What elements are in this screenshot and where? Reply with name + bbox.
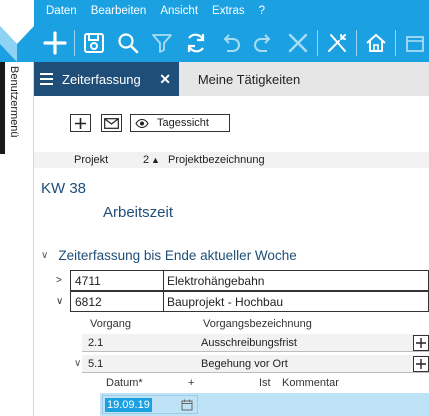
chevron-down-icon[interactable]: ∨ bbox=[74, 358, 81, 369]
search-icon bbox=[118, 33, 139, 54]
calendar-button[interactable] bbox=[398, 28, 429, 58]
task-row[interactable]: 5.1 Begehung vor Ort bbox=[82, 355, 429, 373]
home-button[interactable] bbox=[359, 28, 393, 58]
toolbar-divider bbox=[74, 30, 75, 56]
entry-column-header: Datum* + Ist Kommentar bbox=[104, 377, 429, 391]
column-datum[interactable]: Datum* bbox=[106, 377, 143, 389]
undo-button[interactable] bbox=[213, 28, 247, 58]
column-projekt[interactable]: Projekt bbox=[74, 154, 108, 166]
group-label: Zeiterfassung bis Ende aktueller Woche bbox=[58, 248, 297, 263]
project-row[interactable]: 6812 Bauprojekt - Hochbau bbox=[70, 291, 429, 312]
top-bar: Daten Bearbeiten Ansicht Extras ? bbox=[0, 0, 429, 62]
column-ist[interactable]: Ist bbox=[259, 377, 271, 389]
sidebar-toggle[interactable]: Benutzermenü bbox=[8, 66, 20, 138]
main-content: Tagessicht Projekt 2 ▲ Projektbezeichnun… bbox=[34, 96, 429, 416]
add-entry-button[interactable] bbox=[413, 335, 429, 351]
tab-zeiterfassung[interactable]: Zeiterfassung ✕ bbox=[34, 62, 179, 96]
menu-item-help[interactable]: ? bbox=[259, 5, 265, 21]
filter-button[interactable] bbox=[145, 28, 179, 58]
toolbar-divider bbox=[356, 30, 357, 56]
menu-item-ansicht[interactable]: Ansicht bbox=[160, 5, 198, 21]
group-header[interactable]: ∨ Zeiterfassung bis Ende aktueller Woche bbox=[41, 248, 297, 263]
menu-item-daten[interactable]: Daten bbox=[46, 5, 77, 21]
toolbar-divider bbox=[395, 30, 396, 56]
cancel-button[interactable] bbox=[281, 28, 315, 58]
section-title: Arbeitszeit bbox=[103, 204, 174, 221]
close-icon bbox=[288, 33, 308, 53]
day-view-label: Tagessicht bbox=[157, 117, 209, 129]
tools-button[interactable] bbox=[320, 28, 354, 58]
mail-icon bbox=[104, 117, 119, 129]
column-add[interactable]: + bbox=[188, 377, 194, 389]
column-projektbezeichnung[interactable]: Projektbezeichnung bbox=[168, 154, 265, 166]
task-name: Ausschreibungsfrist bbox=[201, 337, 297, 349]
date-value: 19.09.19 bbox=[105, 398, 152, 412]
hamburger-menu-icon[interactable] bbox=[40, 73, 62, 85]
task-name: Begehung vor Ort bbox=[201, 358, 288, 370]
refresh-button[interactable] bbox=[179, 28, 213, 58]
project-name: Bauprojekt - Hochbau bbox=[167, 295, 284, 309]
task-row[interactable]: 2.1 Ausschreibungsfrist bbox=[82, 334, 429, 352]
toolbar-divider bbox=[317, 30, 318, 56]
search-button[interactable] bbox=[111, 28, 145, 58]
sidebar-active-marker bbox=[0, 62, 5, 154]
toolbar bbox=[38, 28, 429, 58]
new-button[interactable] bbox=[38, 28, 72, 58]
sidebar: Benutzermenü bbox=[0, 62, 34, 416]
filter-icon bbox=[152, 34, 172, 53]
column-vorgangsbezeichnung[interactable]: Vorgangsbezeichnung bbox=[203, 318, 312, 330]
save-button[interactable] bbox=[77, 28, 111, 58]
task-column-header: Vorgang Vorgangsbezeichnung bbox=[82, 318, 429, 332]
chevron-right-icon[interactable]: > bbox=[56, 275, 62, 286]
tools-icon bbox=[328, 34, 346, 52]
chevron-down-icon[interactable]: ∨ bbox=[56, 296, 63, 307]
task-number: 2.1 bbox=[88, 337, 104, 349]
week-label: KW 38 bbox=[41, 180, 87, 197]
task-number: 5.1 bbox=[88, 358, 104, 370]
project-name: Elektrohängebahn bbox=[167, 274, 265, 288]
date-input[interactable]: 19.09.19 bbox=[102, 395, 198, 414]
tab-label: Zeiterfassung bbox=[62, 71, 141, 87]
chevron-down-icon[interactable]: ∨ bbox=[41, 250, 48, 261]
close-tab-icon[interactable]: ✕ bbox=[159, 71, 171, 88]
add-entry-button[interactable] bbox=[413, 356, 429, 372]
home-icon bbox=[366, 34, 386, 52]
column-kommentar[interactable]: Kommentar bbox=[282, 377, 339, 389]
menu-item-extras[interactable]: Extras bbox=[212, 5, 245, 21]
add-button[interactable] bbox=[70, 114, 91, 132]
redo-button[interactable] bbox=[247, 28, 281, 58]
project-row[interactable]: 4711 Elektrohängebahn bbox=[70, 270, 429, 291]
project-number: 4711 bbox=[71, 271, 164, 290]
plus-icon bbox=[43, 31, 67, 55]
calendar-icon bbox=[406, 36, 424, 52]
column-sort-number[interactable]: 2 bbox=[143, 154, 149, 166]
plus-icon bbox=[416, 338, 426, 348]
column-header: Projekt 2 ▲ Projektbezeichnung bbox=[34, 152, 429, 168]
save-icon bbox=[84, 33, 104, 53]
calendar-icon[interactable] bbox=[181, 399, 193, 411]
tab-bar: Zeiterfassung ✕ Meine Tätigkeiten bbox=[34, 62, 429, 96]
plus-icon bbox=[75, 117, 86, 129]
tab-meine-taetigkeiten[interactable]: Meine Tätigkeiten bbox=[179, 62, 319, 96]
day-view-button[interactable]: Tagessicht bbox=[130, 114, 230, 132]
menu-item-bearbeiten[interactable]: Bearbeiten bbox=[91, 5, 147, 21]
eye-icon bbox=[135, 118, 149, 128]
entry-row[interactable]: 19.09.19 bbox=[100, 393, 429, 416]
tab-label: Meine Tätigkeiten bbox=[197, 71, 301, 87]
sort-ascending-icon: ▲ bbox=[151, 155, 160, 165]
mail-button[interactable] bbox=[101, 114, 122, 132]
redo-icon bbox=[254, 34, 271, 52]
column-vorgang[interactable]: Vorgang bbox=[90, 318, 131, 330]
app-logo bbox=[0, 0, 34, 62]
undo-icon bbox=[223, 34, 240, 52]
menu-bar: Daten Bearbeiten Ansicht Extras ? bbox=[46, 5, 279, 21]
refresh-icon bbox=[187, 33, 205, 53]
project-number: 6812 bbox=[71, 292, 164, 311]
plus-icon bbox=[416, 359, 426, 369]
